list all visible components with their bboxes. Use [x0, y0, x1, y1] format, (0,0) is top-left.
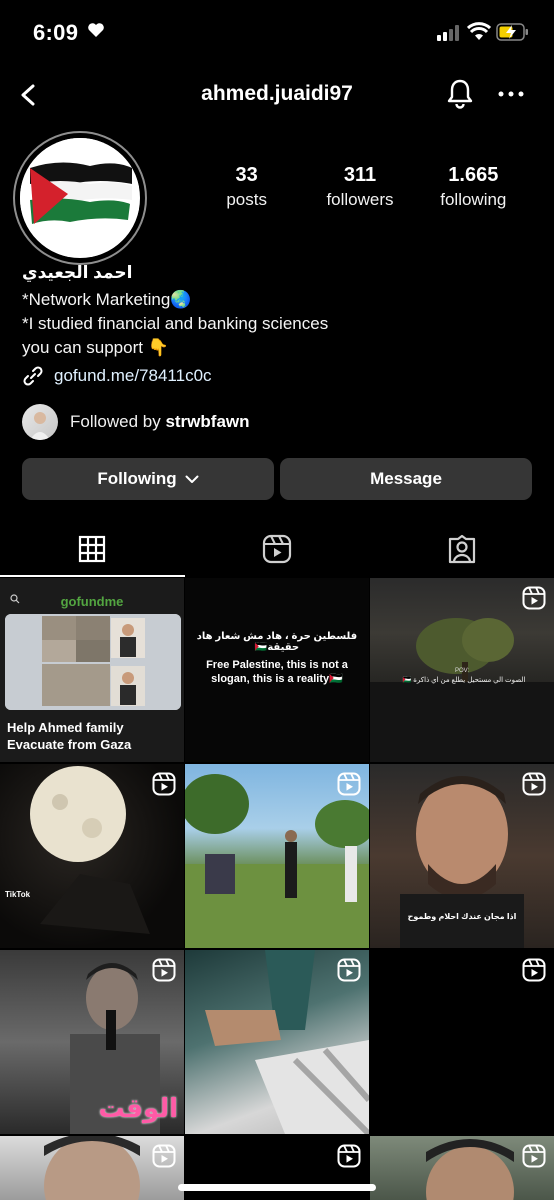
post-reel-moon[interactable]: TikTok — [0, 764, 184, 948]
bio-line: *Network Marketing🌏 — [22, 290, 192, 309]
post-reel-dark[interactable] — [370, 950, 554, 1134]
palestine-flag-image — [20, 138, 140, 258]
followed-by-text: Followed by strwbfawn — [70, 412, 250, 432]
profile-header: ahmed.juaidi97 — [0, 72, 554, 120]
notification-bell-icon[interactable] — [445, 78, 475, 110]
bio-line: you can support 👇 — [22, 338, 169, 357]
followers-count: 311 — [343, 164, 377, 186]
followers-label: followers — [326, 190, 394, 209]
post-reel-speaker[interactable]: الوقت — [0, 950, 184, 1134]
post-overlay-text: الوقت — [98, 1093, 178, 1123]
following-count: 1.665 — [448, 164, 499, 186]
gofundme-collage-image — [5, 614, 181, 710]
stat-posts[interactable]: 33 posts — [197, 164, 297, 210]
post-arabic-text: فلسطين حرة ، هاد مش شعار هاد حقيقة🇵🇸 — [196, 631, 358, 653]
link-icon — [23, 366, 43, 386]
post-free-palestine[interactable]: فلسطين حرة ، هاد مش شعار هاد حقيقة🇵🇸 Fre… — [185, 578, 369, 762]
heart-icon — [88, 23, 104, 37]
post-reel-arm[interactable] — [185, 950, 369, 1134]
tiktok-watermark: TikTok — [5, 890, 31, 899]
post-gofundme[interactable]: gofundme Help Ahmed family Evacuate from… — [0, 578, 184, 762]
reel-indicator-icon — [522, 772, 546, 796]
following-label: following — [440, 190, 507, 209]
tab-posts-grid[interactable] — [0, 520, 185, 577]
message-button[interactable]: Message — [280, 458, 532, 500]
reel-indicator-icon — [522, 958, 546, 982]
bio-line: *I studied financial and banking science… — [22, 314, 329, 333]
display-name: احمد الجعيدي — [22, 263, 133, 282]
more-options-icon[interactable] — [498, 90, 524, 98]
reel-indicator-icon — [152, 772, 176, 796]
following-button-label: Following — [97, 469, 177, 488]
followed-by[interactable]: Followed by strwbfawn — [22, 404, 250, 440]
post-reel-face[interactable] — [0, 1136, 184, 1200]
post-english-text: Free Palestine, this is not a slogan, th… — [206, 659, 348, 685]
reel-indicator-icon — [337, 958, 361, 982]
gofundme-logo: gofundme — [60, 594, 124, 609]
reel-indicator-icon — [152, 1144, 176, 1168]
reel-indicator-icon — [337, 1144, 361, 1168]
chevron-down-icon — [185, 475, 199, 483]
post-reel-outdoor[interactable] — [370, 1136, 554, 1200]
gofundme-title: Help Ahmed family Evacuate from Gaza — [7, 720, 132, 752]
tab-reels[interactable] — [185, 520, 370, 577]
home-indicator[interactable] — [178, 1184, 376, 1191]
posts-count: 33 — [235, 164, 258, 186]
followed-by-username[interactable]: strwbfawn — [165, 412, 249, 431]
reel-indicator-icon — [522, 1144, 546, 1168]
post-reel-tree[interactable]: POV: الصوت الي مستحيل يطلع من اي ذاكرة 🇵… — [370, 578, 554, 762]
post-pov-text: POV: — [454, 668, 470, 674]
stat-followers[interactable]: 311 followers — [310, 164, 410, 210]
reels-icon — [262, 534, 292, 563]
profile-bio: احمد الجعيدي *Network Marketing🌏 *I stud… — [22, 263, 532, 360]
followed-by-prefix: Followed by — [70, 412, 166, 431]
message-button-label: Message — [370, 469, 442, 488]
reel-indicator-icon — [152, 958, 176, 982]
status-time: 6:09 — [33, 20, 79, 45]
post-caption: اذا مجان عندك احلام وطموح — [407, 912, 517, 921]
profile-tabs — [0, 520, 554, 577]
cellular-signal-icon — [437, 25, 459, 41]
reel-indicator-icon — [522, 586, 546, 610]
battery-charging-icon — [496, 23, 528, 41]
grid-icon — [79, 535, 106, 562]
profile-actions: Following Message — [22, 458, 532, 500]
posts-label: posts — [226, 190, 267, 209]
follower-avatar — [22, 404, 58, 440]
post-reel-selfie[interactable]: اذا مجان عندك احلام وطموح — [370, 764, 554, 948]
status-bar: 6:09 — [0, 0, 554, 66]
profile-link[interactable]: gofund.me/78411c0c — [22, 365, 212, 387]
profile-avatar[interactable] — [13, 131, 147, 265]
wifi-icon — [467, 22, 491, 40]
profile-stats: 33 posts 311 followers 1.665 following — [190, 164, 530, 210]
posts-grid: gofundme Help Ahmed family Evacuate from… — [0, 578, 554, 1200]
post-reel-park[interactable] — [185, 764, 369, 948]
following-button[interactable]: Following — [22, 458, 274, 500]
tagged-person-icon — [448, 534, 475, 563]
stat-following[interactable]: 1.665 following — [423, 164, 523, 210]
post-caption: الصوت الي مستحيل يطلع من اي ذاكرة 🇵🇸 — [402, 677, 526, 684]
reel-indicator-icon — [337, 772, 361, 796]
profile-link-text[interactable]: gofund.me/78411c0c — [54, 366, 212, 386]
tab-tagged[interactable] — [369, 520, 554, 577]
